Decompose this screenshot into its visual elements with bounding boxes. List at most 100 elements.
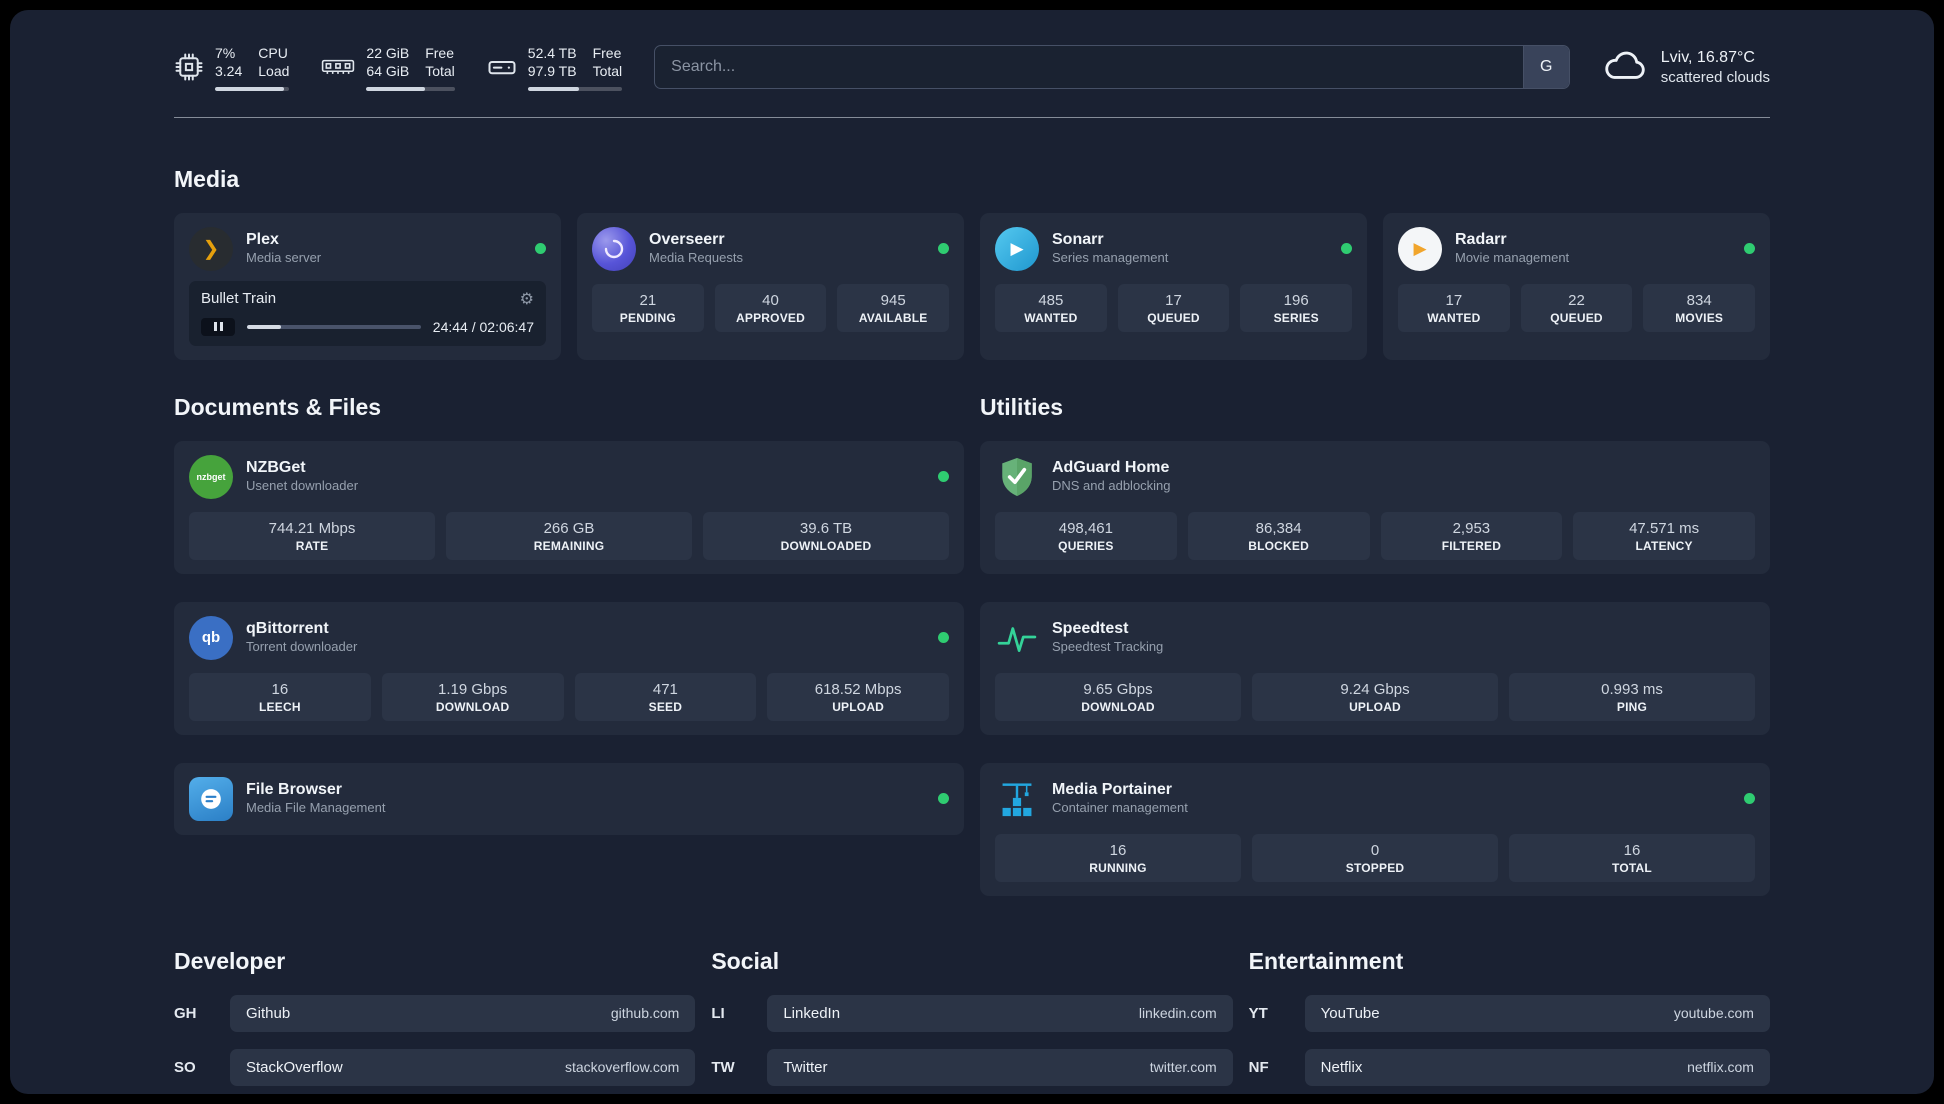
app-subtitle: Speedtest Tracking: [1052, 639, 1164, 655]
playback-time: 24:44 / 02:06:47: [432, 318, 534, 335]
stat-tile-available: 945 AVAILABLE: [837, 283, 950, 332]
plex-icon: ❯: [189, 226, 233, 271]
app-subtitle: Movie management: [1455, 250, 1570, 266]
section-utilities: Utilities AdGuard Home DNS and adblockin…: [980, 394, 1770, 896]
section-title-documents: Documents & Files: [174, 393, 382, 420]
status-dot: [938, 632, 949, 644]
app-subtitle: Series management: [1052, 250, 1169, 266]
overseerr-icon: [592, 226, 636, 271]
stat-tile-stopped: 0 STOPPED: [1252, 833, 1498, 882]
memory-label-bottom: Total: [425, 63, 455, 80]
section-entertainment: Entertainment YT YouTube youtube.com NF N…: [1249, 948, 1770, 1094]
settings-gear-icon[interactable]: ⚙: [520, 289, 534, 309]
disk-free-value: 52.4 TB: [527, 45, 577, 61]
disk-bar: [527, 86, 623, 91]
stat-tile-running: 16 RUNNING: [995, 833, 1241, 882]
stat-tile-filtered: 2,953 FILTERED: [1380, 511, 1563, 560]
memory-bar: [366, 86, 455, 91]
card-adguard[interactable]: AdGuard Home DNS and adblocking 498,461 Q…: [980, 440, 1770, 574]
memory-widget: 22 GiB 64 GiB Free Total: [321, 44, 455, 91]
stat-tile-upload: 9.24 Gbps UPLOAD: [1252, 672, 1498, 721]
card-portainer[interactable]: Media Portainer Container management 16 R…: [980, 762, 1770, 896]
pause-button[interactable]: [201, 317, 235, 336]
status-dot: [1744, 243, 1755, 255]
card-sonarr[interactable]: ▶ Sonarr Series management 485 WANTED 17 Q…: [980, 212, 1367, 360]
portainer-icon: [995, 777, 1039, 821]
stat-tile-queued: 17 QUEUED: [1117, 283, 1230, 332]
card-nzbget[interactable]: nzbget NZBGet Usenet downloader 744.21 M…: [174, 440, 964, 574]
search-provider-button[interactable]: G: [1522, 46, 1569, 89]
topbar: 7% 3.24 CPU Load 22 GiB 64 GiB Free Tota…: [174, 10, 1770, 91]
stat-tile-series: 196 SERIES: [1240, 283, 1353, 332]
adguard-shield-icon: [995, 455, 1039, 499]
status-dot: [1341, 243, 1352, 255]
card-filebrowser[interactable]: File Browser Media File Management: [174, 762, 964, 835]
card-overseerr[interactable]: Overseerr Media Requests 21 PENDING 40 APP…: [577, 212, 964, 360]
cpu-load-value: 3.24: [215, 63, 243, 80]
qbittorrent-icon: qb: [189, 615, 233, 660]
card-speedtest[interactable]: Speedtest Speedtest Tracking 9.65 Gbps DO…: [980, 601, 1770, 735]
section-title-developer: Developer: [174, 947, 286, 974]
section-media: Media ❯ Plex Media server Bullet Train ⚙…: [174, 166, 1770, 360]
cpu-bar: [215, 86, 290, 91]
bookmark-stackoverflow[interactable]: SO StackOverflow stackoverflow.com: [174, 1048, 696, 1086]
section-title-utilities: Utilities: [980, 393, 1064, 420]
ram-icon: [321, 55, 355, 79]
disk-total-value: 97.9 TB: [527, 63, 577, 80]
cpu-label-bottom: Load: [258, 63, 290, 80]
bookmark-github[interactable]: GH Github github.com: [174, 994, 696, 1032]
disk-label-top: Free: [592, 45, 622, 61]
bookmark-twitter[interactable]: TW Twitter twitter.com: [711, 1048, 1233, 1086]
app-name: NZBGet: [246, 459, 306, 477]
bookmark-youtube[interactable]: YT YouTube youtube.com: [1249, 994, 1770, 1032]
stat-tile-leech: 16 LEECH: [189, 672, 371, 721]
stat-tile-total: 16 TOTAL: [1509, 833, 1755, 882]
bookmark-netflix[interactable]: NF Netflix netflix.com: [1249, 1048, 1770, 1086]
playback-progress-bar[interactable]: [247, 324, 421, 329]
sonarr-icon: ▶: [995, 226, 1039, 271]
status-dot: [535, 243, 546, 255]
disk-label-bottom: Total: [592, 63, 623, 80]
app-name: Sonarr: [1052, 231, 1104, 249]
nzbget-icon: nzbget: [189, 454, 233, 499]
card-plex[interactable]: ❯ Plex Media server Bullet Train ⚙ 24:44…: [174, 212, 561, 360]
stat-tile-latency: 47.571 ms LATENCY: [1573, 511, 1755, 560]
card-radarr[interactable]: ▶ Radarr Movie management 17 WANTED 22 QUE…: [1383, 212, 1770, 360]
card-qbittorrent[interactable]: qb qBittorrent Torrent downloader 16 LEEC…: [174, 601, 964, 735]
stat-tile-wanted: 17 WANTED: [1398, 283, 1510, 332]
section-social: Social LI LinkedIn linkedin.com TW Twitte…: [711, 947, 1233, 1094]
disk-widget: 52.4 TB 97.9 TB Free Total: [487, 44, 623, 91]
stat-tile-ping: 0.993 ms PING: [1509, 672, 1755, 721]
app-name: File Browser: [246, 781, 343, 799]
section-title-social: Social: [711, 947, 780, 974]
memory-total-value: 64 GiB: [366, 63, 410, 80]
app-subtitle: Usenet downloader: [246, 478, 359, 494]
status-dot: [938, 471, 949, 483]
app-subtitle: Media File Management: [246, 800, 386, 816]
cloud-icon: [1602, 49, 1648, 86]
stat-tile-upload: 618.52 Mbps UPLOAD: [767, 672, 949, 721]
app-subtitle: Media Requests: [649, 250, 743, 266]
dashboard-panel: 7% 3.24 CPU Load 22 GiB 64 GiB Free Tota…: [10, 10, 1934, 1094]
search-input[interactable]: [654, 45, 1570, 90]
app-subtitle: Torrent downloader: [246, 639, 358, 655]
cpu-usage-percent: 7%: [215, 45, 236, 61]
stat-tile-rate: 744.21 Mbps RATE: [189, 511, 435, 560]
status-dot: [938, 243, 949, 255]
stat-tile-blocked: 86,384 BLOCKED: [1187, 511, 1370, 560]
weather-location: Lviv, 16.87°C: [1660, 48, 1755, 66]
stat-tile-download: 1.19 Gbps DOWNLOAD: [381, 672, 564, 721]
topbar-divider: [174, 116, 1770, 118]
now-playing-widget: Bullet Train ⚙ 24:44 / 02:06:47: [189, 280, 546, 346]
weather-widget: Lviv, 16.87°C scattered clouds: [1602, 47, 1770, 89]
cpu-widget: 7% 3.24 CPU Load: [174, 44, 290, 91]
radarr-icon: ▶: [1398, 226, 1442, 271]
bookmark-linkedin[interactable]: LI LinkedIn linkedin.com: [711, 994, 1233, 1032]
app-name: Speedtest: [1052, 620, 1129, 638]
section-title-media: Media: [174, 165, 240, 192]
stat-tile-queued: 22 QUEUED: [1520, 283, 1633, 332]
cpu-chip-icon: [174, 52, 204, 82]
app-subtitle: Media server: [246, 250, 322, 266]
app-name: Radarr: [1455, 231, 1507, 249]
stat-tile-remaining: 266 GB REMAINING: [446, 511, 692, 560]
